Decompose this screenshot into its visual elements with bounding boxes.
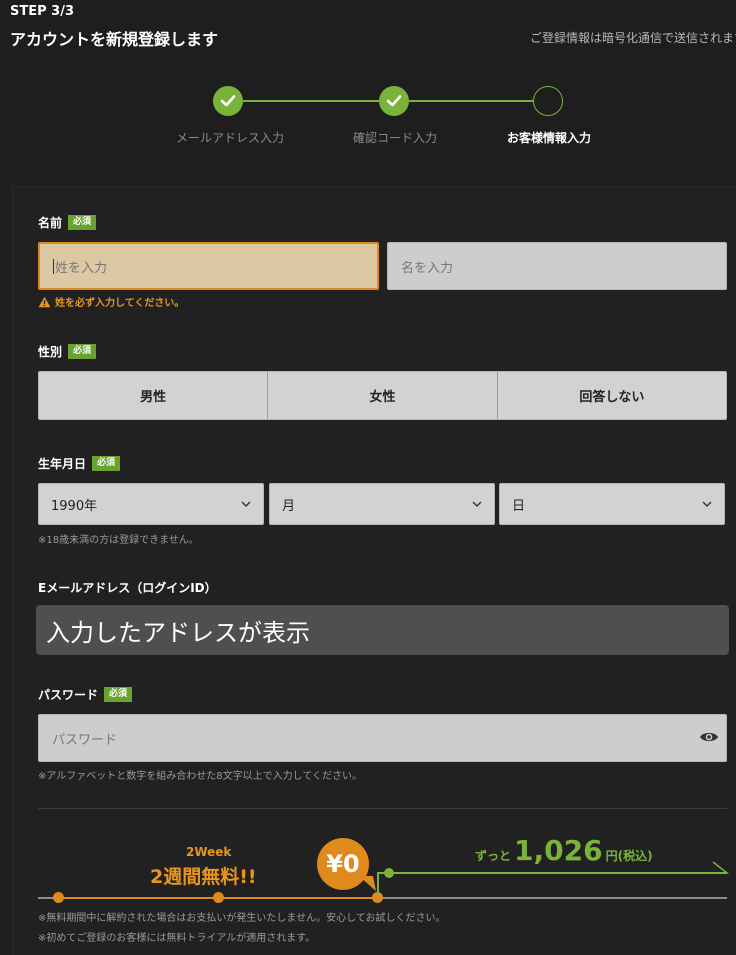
first-name-input[interactable]: 名を入力 <box>387 242 727 290</box>
text-cursor <box>53 258 54 274</box>
birth-year-select[interactable]: 1990年 <box>38 483 264 525</box>
page-title: アカウントを新規登録します <box>10 30 219 49</box>
gender-female-button[interactable]: 女性 <box>268 372 498 419</box>
trial-note-2: ※初めてご登録のお客様には無料トライアルが適用されます。 <box>38 933 316 944</box>
email-display: 入力したアドレスが表示 <box>36 605 729 655</box>
secure-note: ご登録情報は暗号化通信で送信されます <box>530 31 736 45</box>
warning-icon <box>38 296 51 307</box>
last-name-placeholder: 姓を入力 <box>55 260 108 276</box>
progress-line-2 <box>409 100 534 102</box>
eye-icon[interactable] <box>699 729 719 743</box>
birth-day-select[interactable]: 日 <box>499 483 725 525</box>
step-2-label: 確認コード入力 <box>353 131 438 145</box>
trial-week-label: 2Week <box>186 845 232 859</box>
email-label: Eメールアドレス（ログインID） <box>38 581 217 595</box>
first-name-placeholder: 名を入力 <box>401 260 454 276</box>
required-badge: 必須 <box>68 344 97 359</box>
step-indicator: STEP 3/3 <box>10 4 75 19</box>
chevron-down-icon <box>472 501 482 507</box>
password-placeholder: パスワード <box>52 732 118 748</box>
password-hint: ※アルファベットと数字を組み合わせた8文字以上で入力してください。 <box>38 771 363 782</box>
birthday-label: 生年月日 必須 <box>38 455 121 472</box>
gender-male-button[interactable]: 男性 <box>39 372 269 419</box>
timeline-dot-mid <box>213 892 224 903</box>
last-name-input[interactable]: 姓を入力 <box>38 242 379 290</box>
step-2-circle <box>379 86 409 116</box>
gender-no-answer-button[interactable]: 回答しない <box>497 372 726 419</box>
timeline-dot-start <box>53 892 64 903</box>
section-divider <box>38 808 727 809</box>
monthly-price: ずっと 1,026 円(税込) <box>475 834 653 867</box>
required-badge: 必須 <box>92 456 121 471</box>
step-1-label: メールアドレス入力 <box>176 131 285 145</box>
required-badge: 必須 <box>104 687 133 702</box>
chevron-down-icon <box>241 501 251 507</box>
birth-month-select[interactable]: 月 <box>269 483 495 525</box>
password-label: パスワード 必須 <box>38 686 133 703</box>
trial-note-1: ※無料期間中に解約された場合はお支払いが発生いたしません。安心してお試しください… <box>38 913 446 924</box>
step-1-circle <box>213 86 243 116</box>
check-icon <box>386 95 402 107</box>
name-error: 姓を必ず入力してください。 <box>38 294 184 309</box>
password-input[interactable]: パスワード <box>38 714 727 762</box>
gender-label: 性別 必須 <box>38 343 97 360</box>
required-badge: 必須 <box>68 215 97 230</box>
chevron-down-icon <box>702 501 712 507</box>
timeline-dot-paid <box>384 868 394 878</box>
birthday-hint: ※18歳未満の方は登録できません。 <box>38 535 199 546</box>
name-label: 名前 必須 <box>38 214 97 231</box>
progress-line-1 <box>243 100 380 102</box>
bubble-pointer <box>359 876 376 891</box>
trial-free-label: 2週間無料!! <box>150 866 257 888</box>
step-3-circle <box>533 86 563 116</box>
check-icon <box>220 95 236 107</box>
step-3-label: お客様情報入力 <box>507 131 592 145</box>
gender-selector: 男性 女性 回答しない <box>38 371 727 420</box>
